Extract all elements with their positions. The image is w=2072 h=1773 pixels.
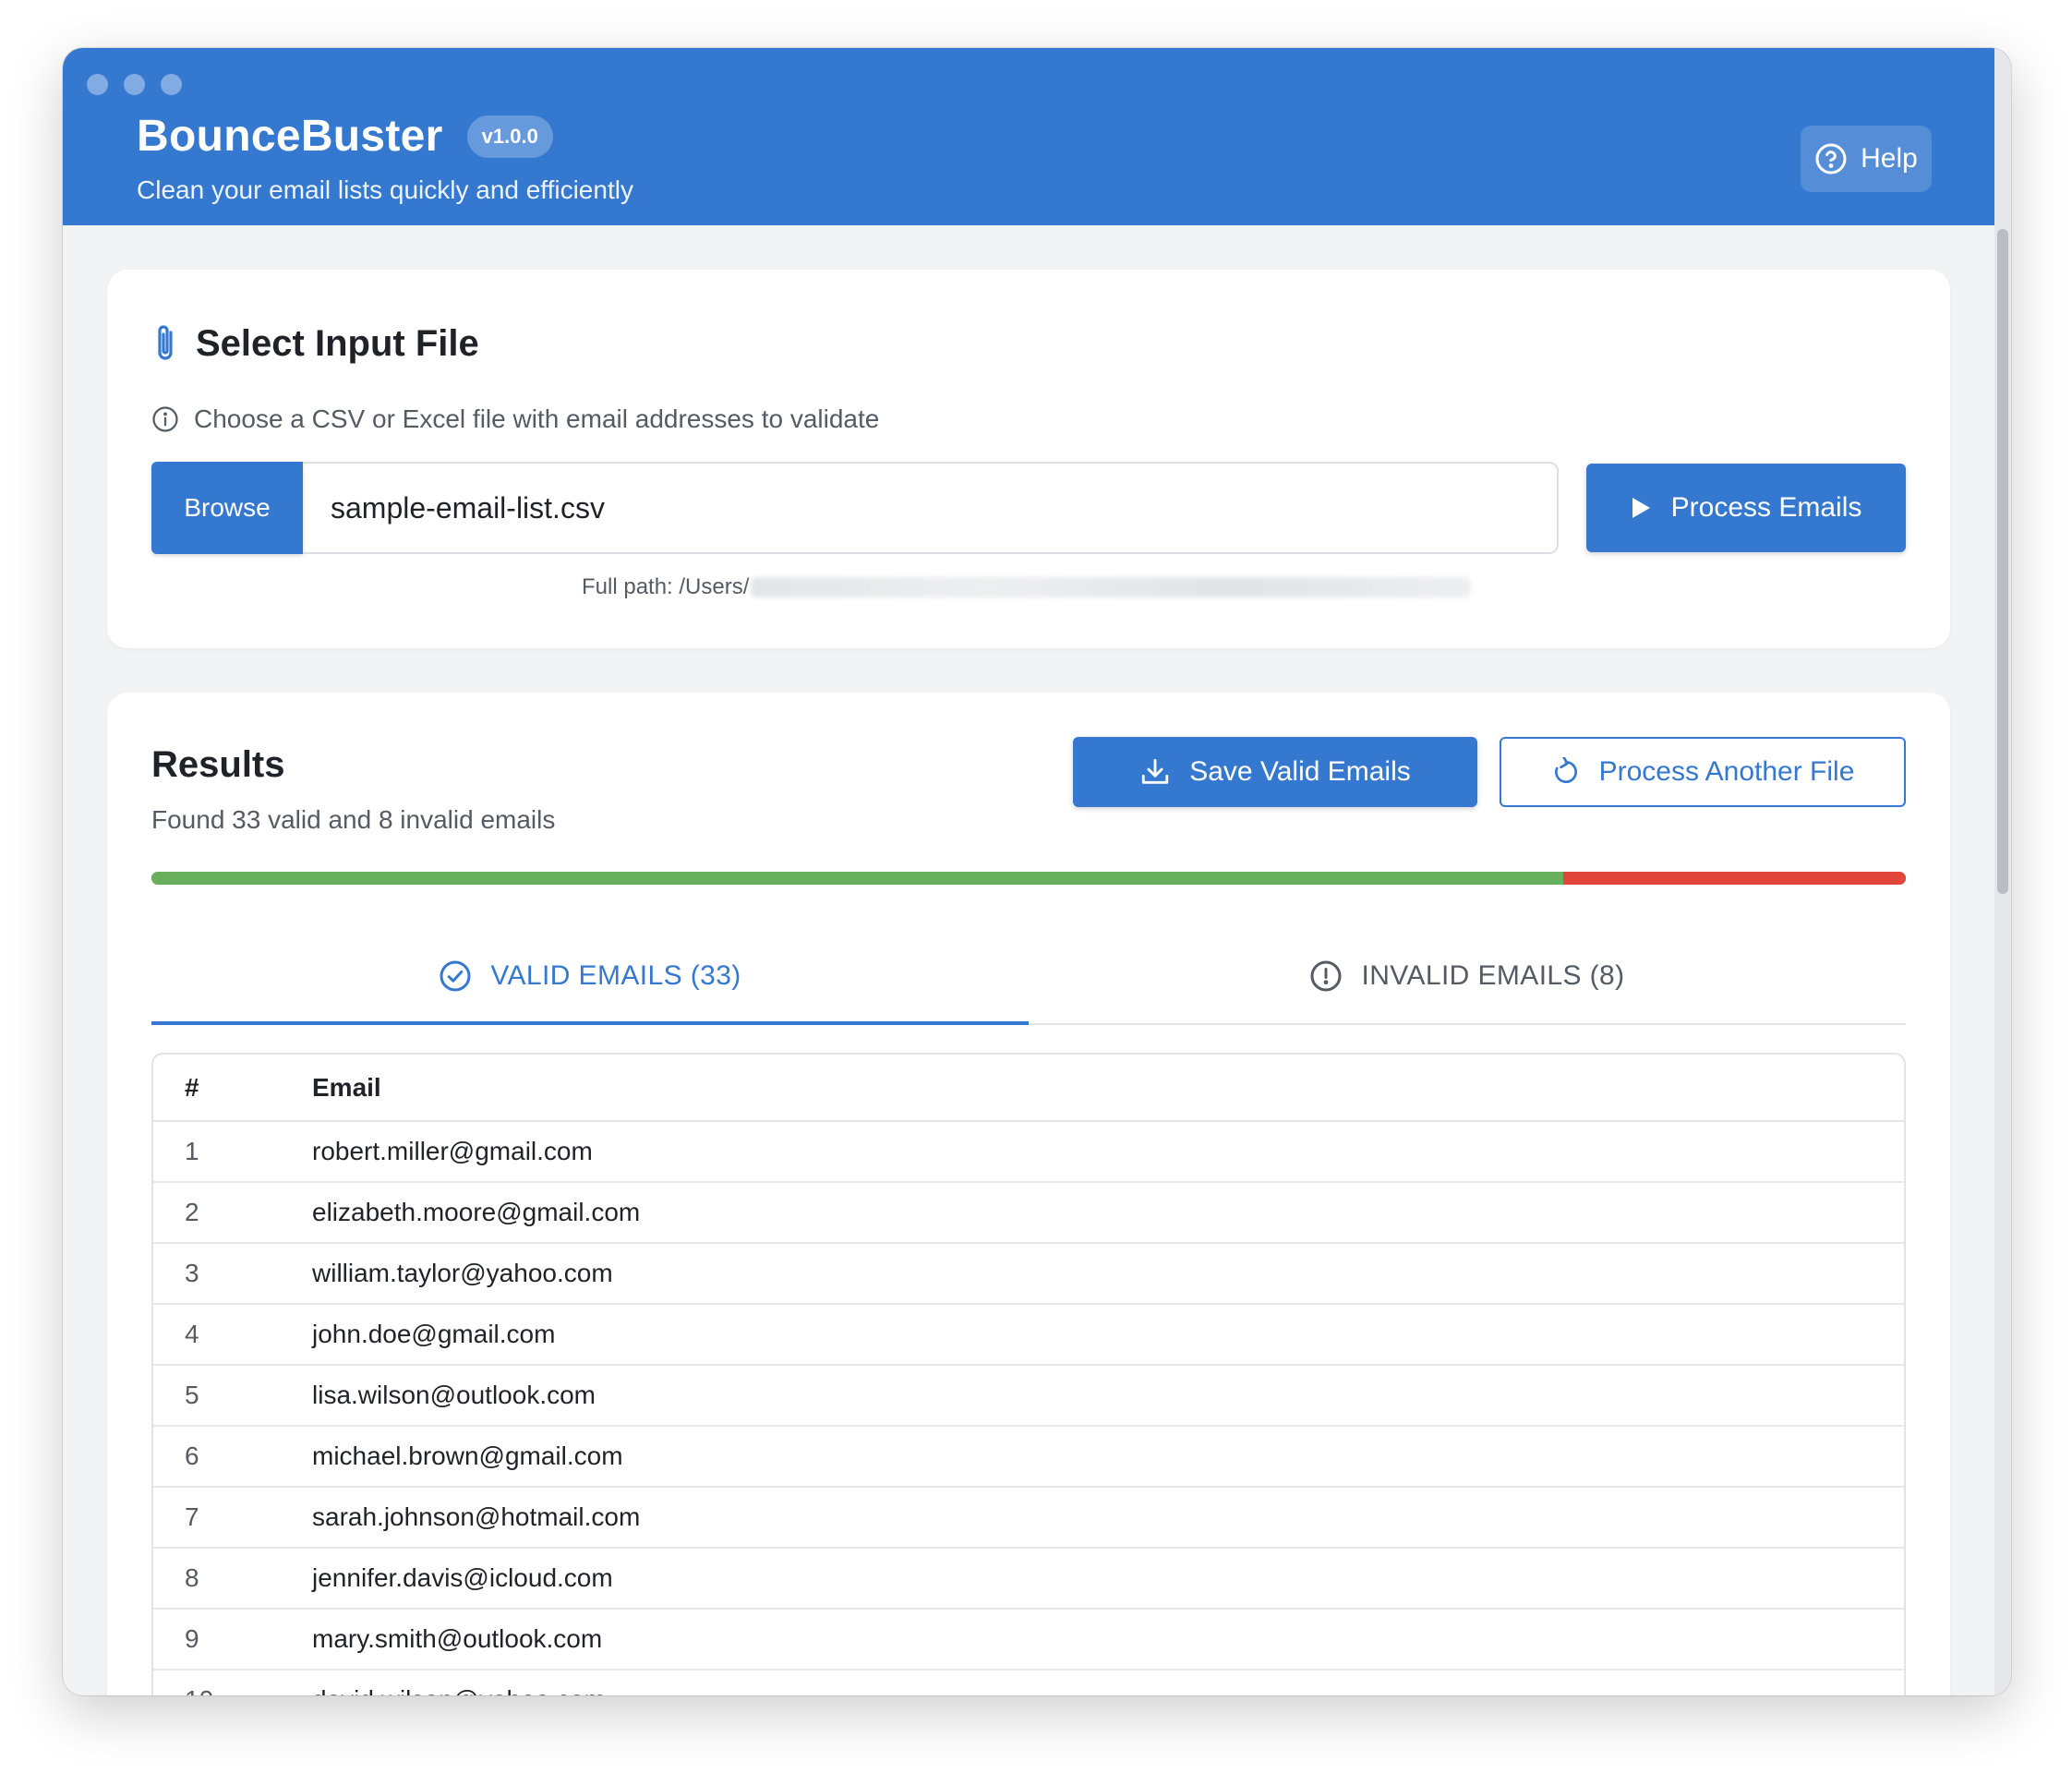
tab-valid-emails[interactable]: VALID EMAILS (33) bbox=[151, 929, 1029, 1025]
row-number: 5 bbox=[153, 1365, 312, 1427]
row-email: john.doe@gmail.com bbox=[312, 1304, 1904, 1366]
redacted-path bbox=[751, 577, 1472, 597]
input-title-text: Select Input File bbox=[196, 322, 479, 364]
row-number: 4 bbox=[153, 1304, 312, 1366]
file-picker: Browse sample-email-list.csv bbox=[151, 462, 1559, 554]
save-valid-emails-button[interactable]: Save Valid Emails bbox=[1073, 737, 1477, 807]
process-another-file-label: Process Another File bbox=[1598, 756, 1855, 787]
row-number: 9 bbox=[153, 1609, 312, 1670]
results-tabs: VALID EMAILS (33) INVALID EMAILS (8) bbox=[151, 929, 1906, 1025]
scrollbar[interactable] bbox=[1994, 48, 2011, 1695]
full-path-label: Full path: /Users/ bbox=[582, 574, 750, 599]
app-subtitle: Clean your email lists quickly and effic… bbox=[137, 175, 633, 204]
help-button[interactable]: Help bbox=[1801, 126, 1932, 192]
table-row[interactable]: 10david.wilson@yahoo.com bbox=[153, 1670, 1904, 1695]
table-row[interactable]: 2 elizabeth.moore@gmail.com bbox=[153, 1182, 1904, 1244]
info-icon bbox=[152, 406, 178, 432]
column-header-email: Email bbox=[312, 1055, 1904, 1122]
process-another-file-button[interactable]: Process Another File bbox=[1500, 737, 1906, 807]
check-circle-icon bbox=[440, 960, 471, 992]
window-controls bbox=[87, 74, 182, 95]
scrollbar-thumb[interactable] bbox=[1997, 229, 2008, 894]
results-summary: Found 33 valid and 8 invalid emails bbox=[151, 805, 556, 834]
valid-emails-table: # Email 1 robert.miller@gmail.com 2 elizabe… bbox=[151, 1053, 1906, 1695]
minimize-window-button[interactable] bbox=[124, 74, 145, 95]
row-number: 1 bbox=[153, 1121, 312, 1183]
alert-circle-icon bbox=[1310, 960, 1342, 992]
zoom-window-button[interactable] bbox=[161, 74, 182, 95]
row-email: robert.miller@gmail.com bbox=[312, 1121, 1904, 1183]
play-icon bbox=[1632, 498, 1650, 518]
paperclip-icon bbox=[158, 325, 173, 360]
row-email: sarah.johnson@hotmail.com bbox=[312, 1487, 1904, 1549]
table-row[interactable]: 7 sarah.johnson@hotmail.com bbox=[153, 1487, 1904, 1549]
ratio-invalid-segment bbox=[1563, 872, 1906, 885]
tab-valid-emails-label: VALID EMAILS (33) bbox=[490, 960, 741, 991]
input-hint: Choose a CSV or Excel file with email ad… bbox=[151, 404, 879, 434]
table-row[interactable]: 9 mary.smith@outlook.com bbox=[153, 1609, 1904, 1670]
row-number: 2 bbox=[153, 1182, 312, 1244]
refresh-icon bbox=[1554, 757, 1577, 783]
row-email: michael.brown@gmail.com bbox=[312, 1426, 1904, 1488]
browse-button[interactable]: Browse bbox=[151, 462, 303, 554]
version-badge: v1.0.0 bbox=[466, 115, 553, 158]
tab-invalid-emails[interactable]: INVALID EMAILS (8) bbox=[1029, 929, 1906, 1023]
row-email: elizabeth.moore@gmail.com bbox=[312, 1182, 1904, 1244]
table-header-row: # Email bbox=[153, 1055, 1904, 1122]
input-hint-text: Choose a CSV or Excel file with email ad… bbox=[194, 404, 880, 433]
row-email: jennifer.davis@icloud.com bbox=[312, 1548, 1904, 1610]
table-row[interactable]: 6 michael.brown@gmail.com bbox=[153, 1426, 1904, 1488]
input-file-card: Select Input File Choose a CSV or Excel … bbox=[107, 270, 1950, 648]
app-title: BounceBuster v1.0.0 bbox=[137, 111, 553, 162]
row-number: 10 bbox=[153, 1670, 312, 1695]
results-title: Results bbox=[151, 744, 285, 785]
column-header-number: # bbox=[153, 1055, 312, 1122]
full-path: Full path: /Users/ bbox=[582, 574, 1472, 600]
file-name-field[interactable]: sample-email-list.csv bbox=[303, 462, 1559, 554]
row-email: david.wilson@yahoo.com bbox=[312, 1670, 1904, 1695]
row-number: 6 bbox=[153, 1426, 312, 1488]
valid-invalid-ratio-bar bbox=[151, 872, 1906, 885]
row-email: william.taylor@yahoo.com bbox=[312, 1243, 1904, 1305]
app-name: BounceBuster bbox=[137, 112, 443, 161]
table-row[interactable]: 8 jennifer.davis@icloud.com bbox=[153, 1548, 1904, 1610]
help-icon bbox=[1815, 143, 1847, 175]
save-valid-emails-label: Save Valid Emails bbox=[1189, 756, 1411, 787]
table-row[interactable]: 4 john.doe@gmail.com bbox=[153, 1304, 1904, 1366]
process-emails-label: Process Emails bbox=[1670, 492, 1862, 523]
row-email: lisa.wilson@outlook.com bbox=[312, 1365, 1904, 1427]
close-window-button[interactable] bbox=[87, 74, 108, 95]
process-emails-button[interactable]: Process Emails bbox=[1586, 464, 1906, 552]
input-section-title: Select Input File bbox=[151, 321, 479, 366]
app-window: BounceBuster v1.0.0 Clean your email lis… bbox=[63, 48, 2011, 1695]
app-header: BounceBuster v1.0.0 Clean your email lis… bbox=[63, 48, 2011, 225]
table-row[interactable]: 3 william.taylor@yahoo.com bbox=[153, 1243, 1904, 1305]
help-label: Help bbox=[1861, 143, 1918, 174]
row-number: 7 bbox=[153, 1487, 312, 1549]
table-row[interactable]: 5 lisa.wilson@outlook.com bbox=[153, 1365, 1904, 1427]
row-email: mary.smith@outlook.com bbox=[312, 1609, 1904, 1670]
ratio-valid-segment bbox=[151, 872, 1564, 885]
results-card: Results Found 33 valid and 8 invalid ema… bbox=[107, 693, 1950, 1695]
row-number: 3 bbox=[153, 1243, 312, 1305]
tab-invalid-emails-label: INVALID EMAILS (8) bbox=[1361, 960, 1625, 991]
download-icon bbox=[1142, 758, 1169, 784]
row-number: 8 bbox=[153, 1548, 312, 1610]
table-row[interactable]: 1 robert.miller@gmail.com bbox=[153, 1121, 1904, 1183]
